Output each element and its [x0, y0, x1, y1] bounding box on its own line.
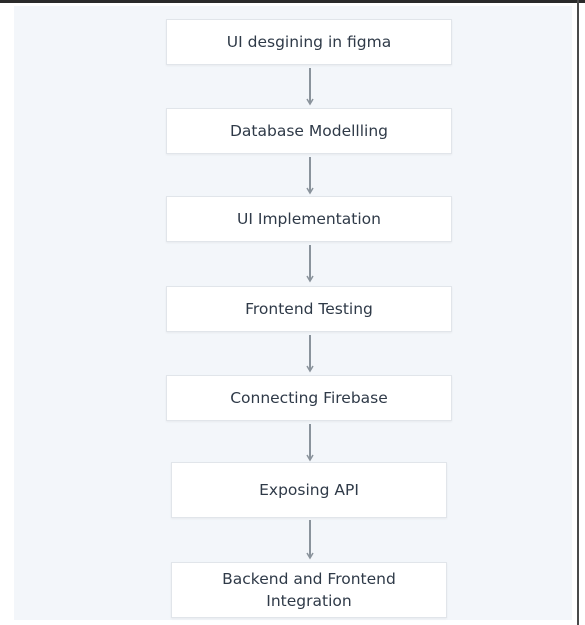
step-connecting-firebase: Connecting Firebase	[166, 375, 452, 421]
flowchart-canvas: UI desgining in figma Database Modelllin…	[14, 6, 572, 620]
arrow-3	[306, 245, 314, 283]
step-backend-frontend-integration: Backend and Frontend Integration	[171, 562, 447, 618]
arrow-4	[306, 335, 314, 373]
page: UI desgining in figma Database Modelllin…	[0, 0, 585, 625]
step-exposing-api: Exposing API	[171, 462, 447, 518]
arrow-6	[306, 520, 314, 560]
step-ui-design: UI desgining in figma	[166, 19, 452, 65]
right-border-line	[577, 0, 579, 625]
arrow-5	[306, 424, 314, 462]
arrow-1	[306, 68, 314, 106]
step-ui-implementation: UI Implementation	[166, 196, 452, 242]
step-frontend-testing: Frontend Testing	[166, 286, 452, 332]
top-border-line	[0, 0, 585, 3]
step-database-modelling: Database Modellling	[166, 108, 452, 154]
arrow-2	[306, 157, 314, 195]
